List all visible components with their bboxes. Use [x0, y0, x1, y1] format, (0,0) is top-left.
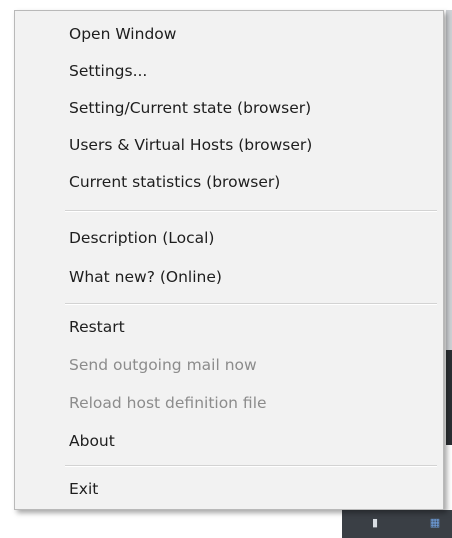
- menu-item-restart[interactable]: Restart: [69, 312, 125, 342]
- menu-item-users-virtual-hosts[interactable]: Users & Virtual Hosts (browser): [69, 130, 312, 160]
- tray-app-icon[interactable]: ▮: [368, 516, 382, 530]
- tray-network-icon[interactable]: ▦: [428, 516, 442, 530]
- menu-item-settings[interactable]: Settings...: [69, 56, 147, 86]
- menu-item-what-new-online[interactable]: What new? (Online): [69, 262, 222, 292]
- menu-item-about[interactable]: About: [69, 426, 115, 456]
- menu-item-description-local[interactable]: Description (Local): [69, 223, 214, 253]
- menu-item-setting-current-state[interactable]: Setting/Current state (browser): [69, 93, 311, 123]
- menu-item-reload-host-definition: Reload host definition file: [69, 394, 267, 412]
- menu-item-current-statistics[interactable]: Current statistics (browser): [69, 167, 280, 197]
- desktop-background: [446, 10, 452, 350]
- desktop-background-dark: [446, 350, 452, 445]
- menu-separator: [65, 465, 437, 467]
- menu-separator: [65, 303, 437, 305]
- context-menu: Open Window Settings... Setting/Current …: [14, 10, 444, 510]
- menu-item-open-window[interactable]: Open Window: [69, 19, 176, 49]
- menu-item-send-outgoing-mail: Send outgoing mail now: [69, 356, 257, 374]
- menu-item-exit[interactable]: Exit: [69, 474, 98, 504]
- desktop: ▮ ▦ Open Window Settings... Setting/Curr…: [0, 0, 452, 538]
- menu-separator: [65, 210, 437, 212]
